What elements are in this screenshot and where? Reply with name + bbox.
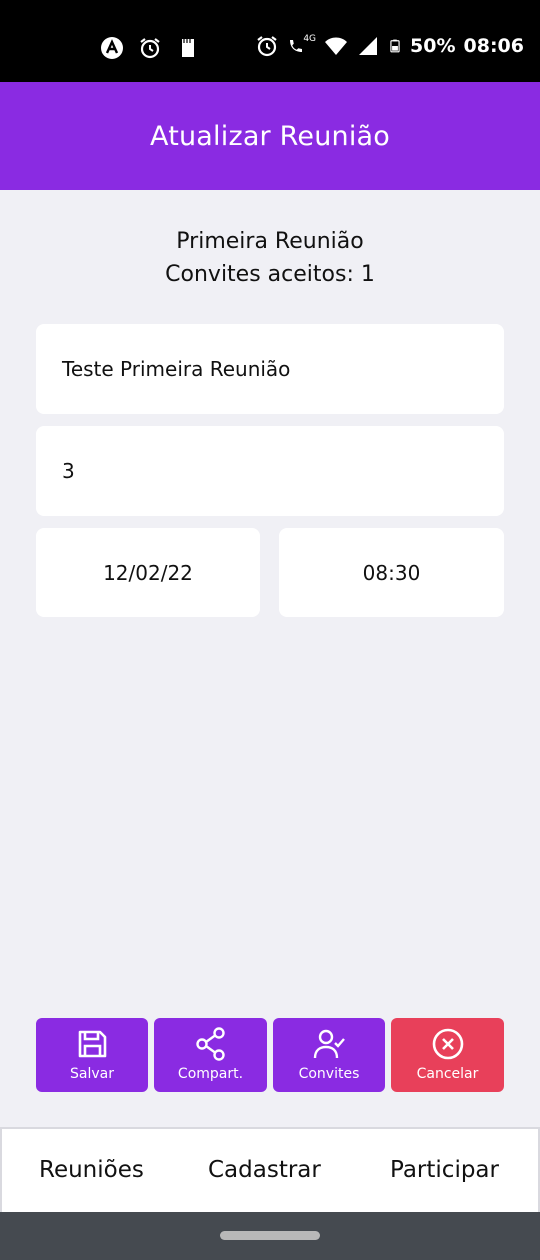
meeting-title: Primeira Reunião <box>176 229 364 254</box>
nav-participate[interactable]: Participar <box>390 1157 499 1183</box>
alarm-icon <box>257 36 277 57</box>
time-value: 08:30 <box>362 560 421 585</box>
app-notification-icon <box>101 37 123 59</box>
meeting-number-value: 3 <box>62 459 75 483</box>
bottom-nav: Reuniões Cadastrar Participar <box>0 1127 540 1212</box>
status-right-icons: 4G 50% 08:06 <box>255 34 524 58</box>
user-check-icon <box>313 1029 345 1059</box>
status-left-icons <box>100 36 200 60</box>
page-title: Atualizar Reunião <box>150 120 390 152</box>
save-icon <box>78 1030 107 1058</box>
sd-card-icon <box>182 39 194 57</box>
date-field[interactable]: 12/02/22 <box>36 528 260 617</box>
wifi-icon <box>325 37 348 55</box>
signal-icon <box>359 37 378 55</box>
status-bar: 4G 50% 08:06 <box>0 0 540 82</box>
share-label: Compart. <box>177 1066 244 1082</box>
time-field[interactable]: 08:30 <box>279 528 504 617</box>
network-label: 4G <box>303 34 317 44</box>
nav-register[interactable]: Cadastrar <box>208 1157 321 1183</box>
share-icon <box>195 1027 225 1061</box>
wifi-calling-icon: 4G <box>287 34 316 58</box>
battery-icon <box>390 39 400 53</box>
app-header: Atualizar Reunião <box>0 82 540 190</box>
cancel-label: Cancelar <box>416 1066 479 1082</box>
save-label: Salvar <box>70 1066 114 1082</box>
meeting-name-value: Teste Primeira Reunião <box>62 357 291 381</box>
date-value: 12/02/22 <box>103 560 193 585</box>
accepted-invites-count: Convites aceitos: 1 <box>165 262 375 287</box>
alarm-icon <box>140 38 160 59</box>
system-navigation-bar <box>0 1212 540 1260</box>
clock: 08:06 <box>463 35 524 57</box>
battery-level: 50% <box>410 35 456 57</box>
meeting-number-field[interactable]: 3 <box>36 426 504 516</box>
invites-label: Convites <box>298 1066 360 1082</box>
close-circle-icon <box>432 1028 463 1060</box>
share-button[interactable]: Compart. <box>154 1018 267 1092</box>
nav-meetings[interactable]: Reuniões <box>39 1157 144 1183</box>
invites-button[interactable]: Convites <box>273 1018 385 1092</box>
cancel-button[interactable]: Cancelar <box>391 1018 504 1092</box>
home-gesture-pill[interactable] <box>220 1231 320 1240</box>
meeting-name-field[interactable]: Teste Primeira Reunião <box>36 324 504 414</box>
save-button[interactable]: Salvar <box>36 1018 148 1092</box>
